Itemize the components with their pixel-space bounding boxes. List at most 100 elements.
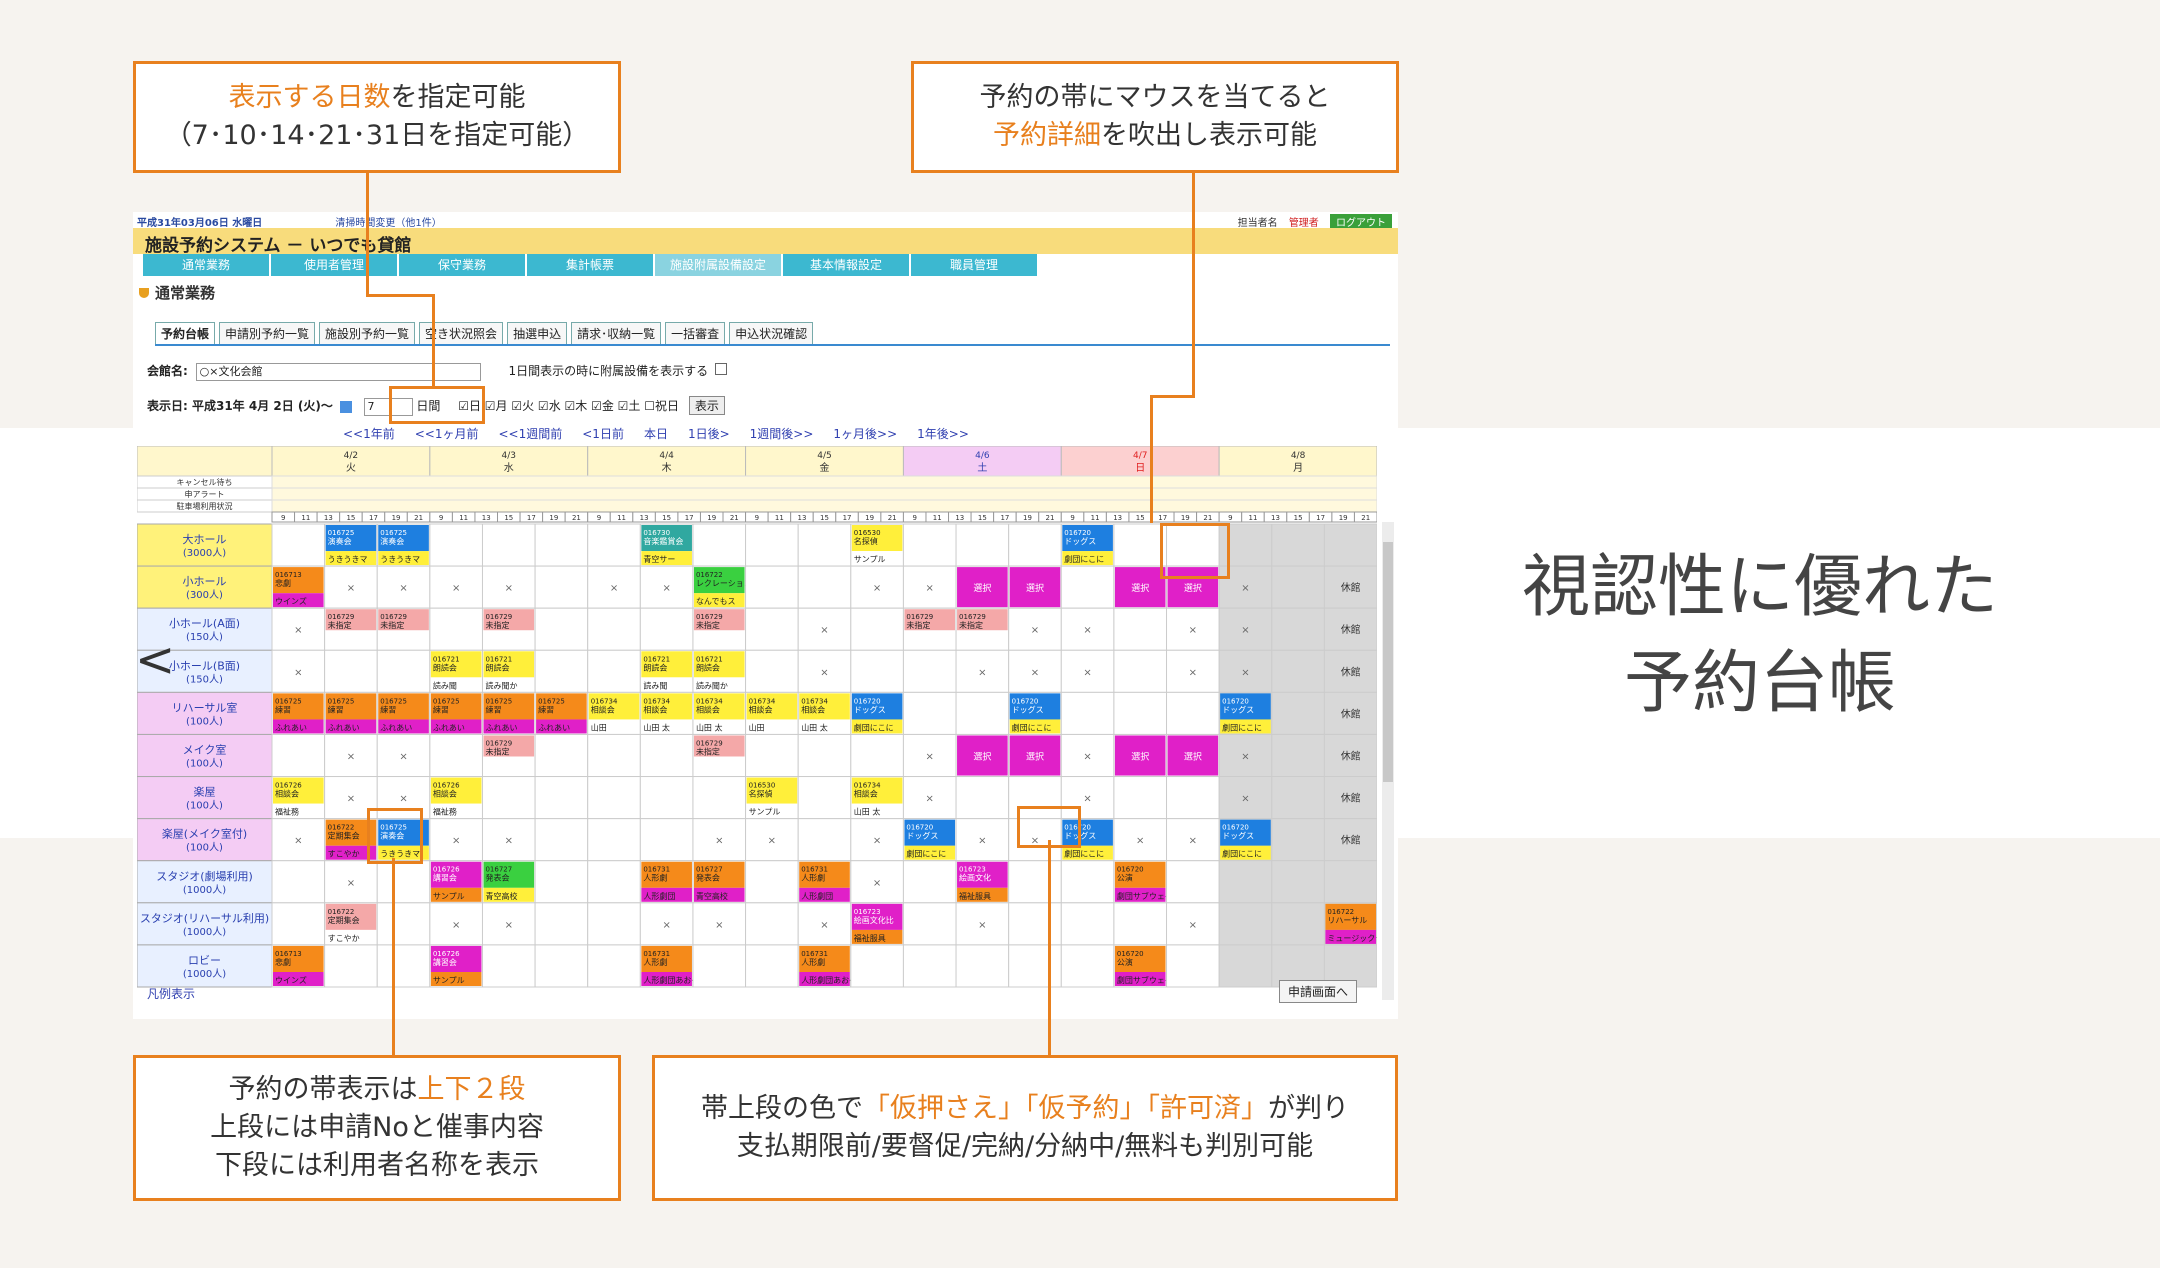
hall-option-checkbox[interactable] xyxy=(714,363,727,375)
slot-label: 15 xyxy=(662,514,671,522)
app-screenshot: 平成31年03月06日 水曜日 清掃時間変更（他1件） 担当者名 管理者 ログア… xyxy=(133,212,1398,1019)
slot-label: 11 xyxy=(1249,514,1258,522)
grid-cell xyxy=(1218,902,1273,946)
reservation-event: 定期集会 xyxy=(328,915,360,925)
reservation-event: 人形劇 xyxy=(801,957,825,967)
slot-label: 21 xyxy=(414,514,423,522)
room-capacity: (150人) xyxy=(186,673,223,685)
tab-0[interactable]: 予約台帳 xyxy=(155,322,216,344)
hall-select[interactable]: ○×文化会館 xyxy=(195,362,481,381)
calendar-icon[interactable] xyxy=(339,400,352,413)
menu-item-6[interactable]: 職員管理 xyxy=(911,254,1037,276)
nav-link-3[interactable]: <1日前 xyxy=(582,425,624,442)
menu-item-5[interactable]: 基本情報設定 xyxy=(783,254,909,276)
reservation-user: 人形劇団 xyxy=(801,891,833,901)
tab-5[interactable]: 請求･収納一覧 xyxy=(571,322,662,344)
menu-item-4[interactable]: 施設附属設備設定 xyxy=(655,254,781,276)
closed-label: 休館 xyxy=(1341,750,1361,763)
grid-cell xyxy=(902,860,957,904)
reservation-user: 福祉服具 xyxy=(854,933,886,943)
nav-link-4[interactable]: 本日 xyxy=(644,425,668,442)
room-capacity: (300人) xyxy=(186,589,223,601)
reservation-no: 016725 xyxy=(380,529,407,537)
unavailable-mark: × xyxy=(926,752,934,763)
nav-link-8[interactable]: 1年後>> xyxy=(917,425,969,442)
reservation-user: すこやか xyxy=(328,934,360,943)
grid-cell xyxy=(271,523,326,567)
unavailable-mark: × xyxy=(1189,836,1197,847)
grid-cell xyxy=(797,776,852,820)
reservation-event: 練習 xyxy=(328,704,344,714)
unavailable-mark: × xyxy=(1241,625,1249,636)
reservation-user: 福祉務 xyxy=(433,807,457,817)
logout-button[interactable]: ログアウト xyxy=(1330,214,1392,229)
reservation-event: 音楽鑑賞会 xyxy=(643,536,683,546)
reservation-no: 016734 xyxy=(749,697,776,705)
grid-cell xyxy=(534,902,589,946)
nav-link-6[interactable]: 1週間後>> xyxy=(750,425,814,442)
unavailable-mark: × xyxy=(1189,667,1197,678)
reservation-event: 未指定 xyxy=(328,620,352,630)
reservation-event: ドッグス xyxy=(1222,704,1254,714)
grid-cell xyxy=(1113,902,1168,946)
reservation-event: 名探偵 xyxy=(749,789,773,799)
reservation-no: 016530 xyxy=(854,529,881,537)
grid-cell xyxy=(1060,565,1115,609)
menu-item-1[interactable]: 使用者管理 xyxy=(271,254,397,276)
room-capacity: (3000人) xyxy=(183,547,226,559)
reservation-event: 未指定 xyxy=(485,620,509,630)
grid-cell xyxy=(745,607,799,651)
menu-item-0[interactable]: 通常業務 xyxy=(143,254,269,276)
grid-cell xyxy=(902,649,957,693)
callout-twotier-text: 予約の帯表示は xyxy=(228,1074,418,1105)
leader-twotier xyxy=(392,858,395,1058)
unavailable-mark: × xyxy=(294,667,302,678)
unavailable-mark: × xyxy=(347,794,355,805)
slot-label: 13 xyxy=(1113,514,1122,522)
nav-link-1[interactable]: <<1ヶ月前 xyxy=(415,425,479,442)
carousel-prev-arrow[interactable]: < xyxy=(135,632,175,688)
unavailable-mark: × xyxy=(662,920,670,931)
reservation-event: 未指定 xyxy=(485,746,509,756)
title-bar: 施設予約システム － いつでも貸館 xyxy=(133,228,1398,256)
grid-cell xyxy=(1271,860,1325,904)
scrollbar-thumb[interactable] xyxy=(1383,542,1393,782)
grid-cell xyxy=(1166,944,1220,988)
room-capacity: (100人) xyxy=(186,800,223,812)
day-weekday: 火 xyxy=(346,462,356,474)
reservation-event: 人形劇 xyxy=(801,873,825,883)
grid-cell xyxy=(850,944,904,988)
nav-link-5[interactable]: 1日後> xyxy=(688,425,730,442)
tab-7[interactable]: 申込状況確認 xyxy=(729,322,814,344)
unavailable-mark: × xyxy=(505,583,513,594)
slot-label: 21 xyxy=(1361,514,1370,522)
grid-cell xyxy=(797,523,852,567)
menu-item-3[interactable]: 集計帳票 xyxy=(527,254,653,276)
tab-6[interactable]: 一括審査 xyxy=(665,322,726,344)
slot-label: 13 xyxy=(797,514,806,522)
nav-link-2[interactable]: <<1週間前 xyxy=(499,425,563,442)
menu-item-2[interactable]: 保守業務 xyxy=(399,254,525,276)
show-button[interactable]: 表示 xyxy=(688,396,725,415)
weekday-checkboxes[interactable]: ☑日 ☑月 ☑火 ☑水 ☑木 ☑金 ☑土 ☐祝日 xyxy=(458,399,679,413)
unavailable-mark: × xyxy=(978,920,986,931)
tab-4[interactable]: 抽選申込 xyxy=(507,322,568,344)
nav-link-0[interactable]: <<1年前 xyxy=(343,425,395,442)
reservation-user: 劇団サブウェイ xyxy=(1117,891,1173,901)
tab-1[interactable]: 申請別予約一覧 xyxy=(219,322,316,344)
grid-cell xyxy=(534,818,589,862)
room-name: メイク室 xyxy=(183,743,227,757)
slot-label: 9 xyxy=(439,514,443,522)
grid-cell xyxy=(376,860,431,904)
nav-link-7[interactable]: 1ヶ月後>> xyxy=(833,425,897,442)
scrollbar[interactable] xyxy=(1382,522,1394,1000)
slot-label: 15 xyxy=(504,514,513,522)
unavailable-mark: × xyxy=(926,583,934,594)
grid-cell xyxy=(376,944,431,988)
reservation-event: 練習 xyxy=(380,704,396,714)
apply-screen-button[interactable]: 申請画面へ xyxy=(1279,980,1358,1003)
reservation-event: 演奏会 xyxy=(380,536,404,546)
reservation-event: 相談会 xyxy=(591,704,615,714)
legend-link[interactable]: 凡例表示 xyxy=(147,985,195,1002)
tab-2[interactable]: 施設別予約一覧 xyxy=(319,322,416,344)
